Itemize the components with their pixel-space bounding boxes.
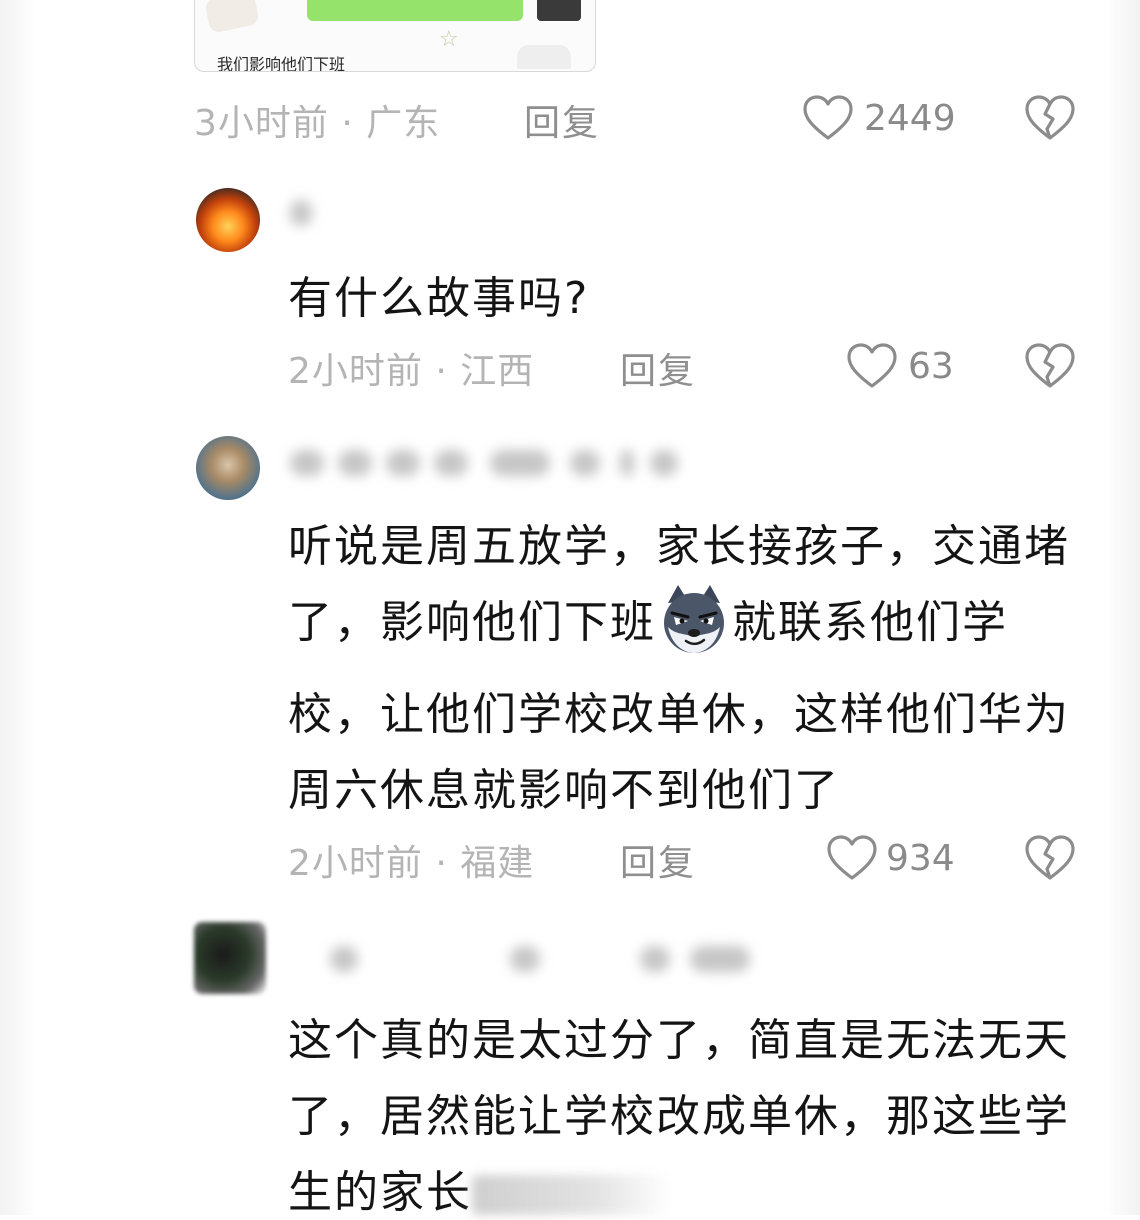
comment-text-line: 周六休息就影响不到他们了 bbox=[288, 765, 840, 816]
reply-button[interactable]: 回复 bbox=[620, 834, 696, 886]
image-caption: 我们影响他们下班 bbox=[217, 55, 346, 72]
comment-meta-row: 2小时前 · 江西 回复 63 bbox=[288, 342, 1084, 392]
husky-dog-emoji bbox=[664, 585, 724, 653]
reply-button[interactable]: 回复 bbox=[620, 342, 696, 394]
star-icon: ☆ bbox=[439, 27, 459, 52]
comment-text-segment: 了，影响他们下班 bbox=[288, 597, 656, 648]
obscured-text bbox=[472, 1175, 672, 1215]
comment-text-line: 有什么故事吗? bbox=[288, 273, 590, 324]
comment-text-line: 了，影响他们下班 就联系他们学 bbox=[288, 585, 1008, 661]
user-avatar[interactable] bbox=[196, 436, 260, 500]
comment-text-line: 校，让他们学校改单休，这样他们华为 bbox=[288, 689, 1070, 740]
comment-time-location: 2小时前 · 江西 bbox=[288, 351, 535, 392]
heart-outline-icon[interactable] bbox=[846, 342, 898, 390]
comment-text-line: 这个真的是太过分了，简直是无法无天 bbox=[288, 1015, 1070, 1066]
cat-sticker-image bbox=[517, 45, 571, 69]
broken-heart-icon[interactable] bbox=[1024, 834, 1076, 882]
heart-outline-icon[interactable] bbox=[802, 94, 854, 142]
comment-time-location: 2小时前 · 福建 bbox=[288, 843, 535, 884]
username-blurred[interactable] bbox=[290, 200, 320, 226]
chat-avatar-image bbox=[537, 0, 581, 21]
broken-heart-icon[interactable] bbox=[1024, 94, 1076, 142]
like-count: 63 bbox=[908, 346, 954, 387]
comment-text-line: 了，居然能让学校改成单休，那这些学 bbox=[288, 1091, 1070, 1142]
comment-text-segment: 就联系他们学 bbox=[732, 597, 1008, 648]
heart-outline-icon[interactable] bbox=[826, 834, 878, 882]
like-count: 2449 bbox=[864, 98, 956, 139]
page-edge-shadow-left bbox=[0, 0, 36, 1215]
comment-text-segment: 生的家长 bbox=[288, 1167, 472, 1218]
reply-button[interactable]: 回复 bbox=[524, 94, 600, 146]
comment-meta-row: 2小时前 · 福建 回复 934 bbox=[288, 834, 1084, 884]
comment-meta-row: 3小时前 · 广东 回复 2449 bbox=[194, 94, 1084, 144]
username-blurred[interactable] bbox=[290, 450, 680, 476]
broken-heart-icon[interactable] bbox=[1024, 342, 1076, 390]
comment-text-line: 生的家长 bbox=[288, 1156, 672, 1220]
comment-image-attachment[interactable]: ☆ 我们影响他们下班 bbox=[194, 0, 596, 72]
comment-time-location: 3小时前 · 广东 bbox=[194, 103, 441, 144]
comment-text-line: 听说是周五放学，家长接孩子，交通堵 bbox=[288, 521, 1070, 572]
page-edge-shadow-right bbox=[1104, 0, 1140, 1215]
user-avatar[interactable] bbox=[196, 188, 260, 252]
username-blurred[interactable] bbox=[290, 946, 770, 972]
user-avatar[interactable] bbox=[194, 922, 266, 994]
sticker-image bbox=[204, 0, 260, 34]
chat-bubble-image bbox=[307, 0, 523, 21]
like-count: 934 bbox=[886, 838, 955, 879]
